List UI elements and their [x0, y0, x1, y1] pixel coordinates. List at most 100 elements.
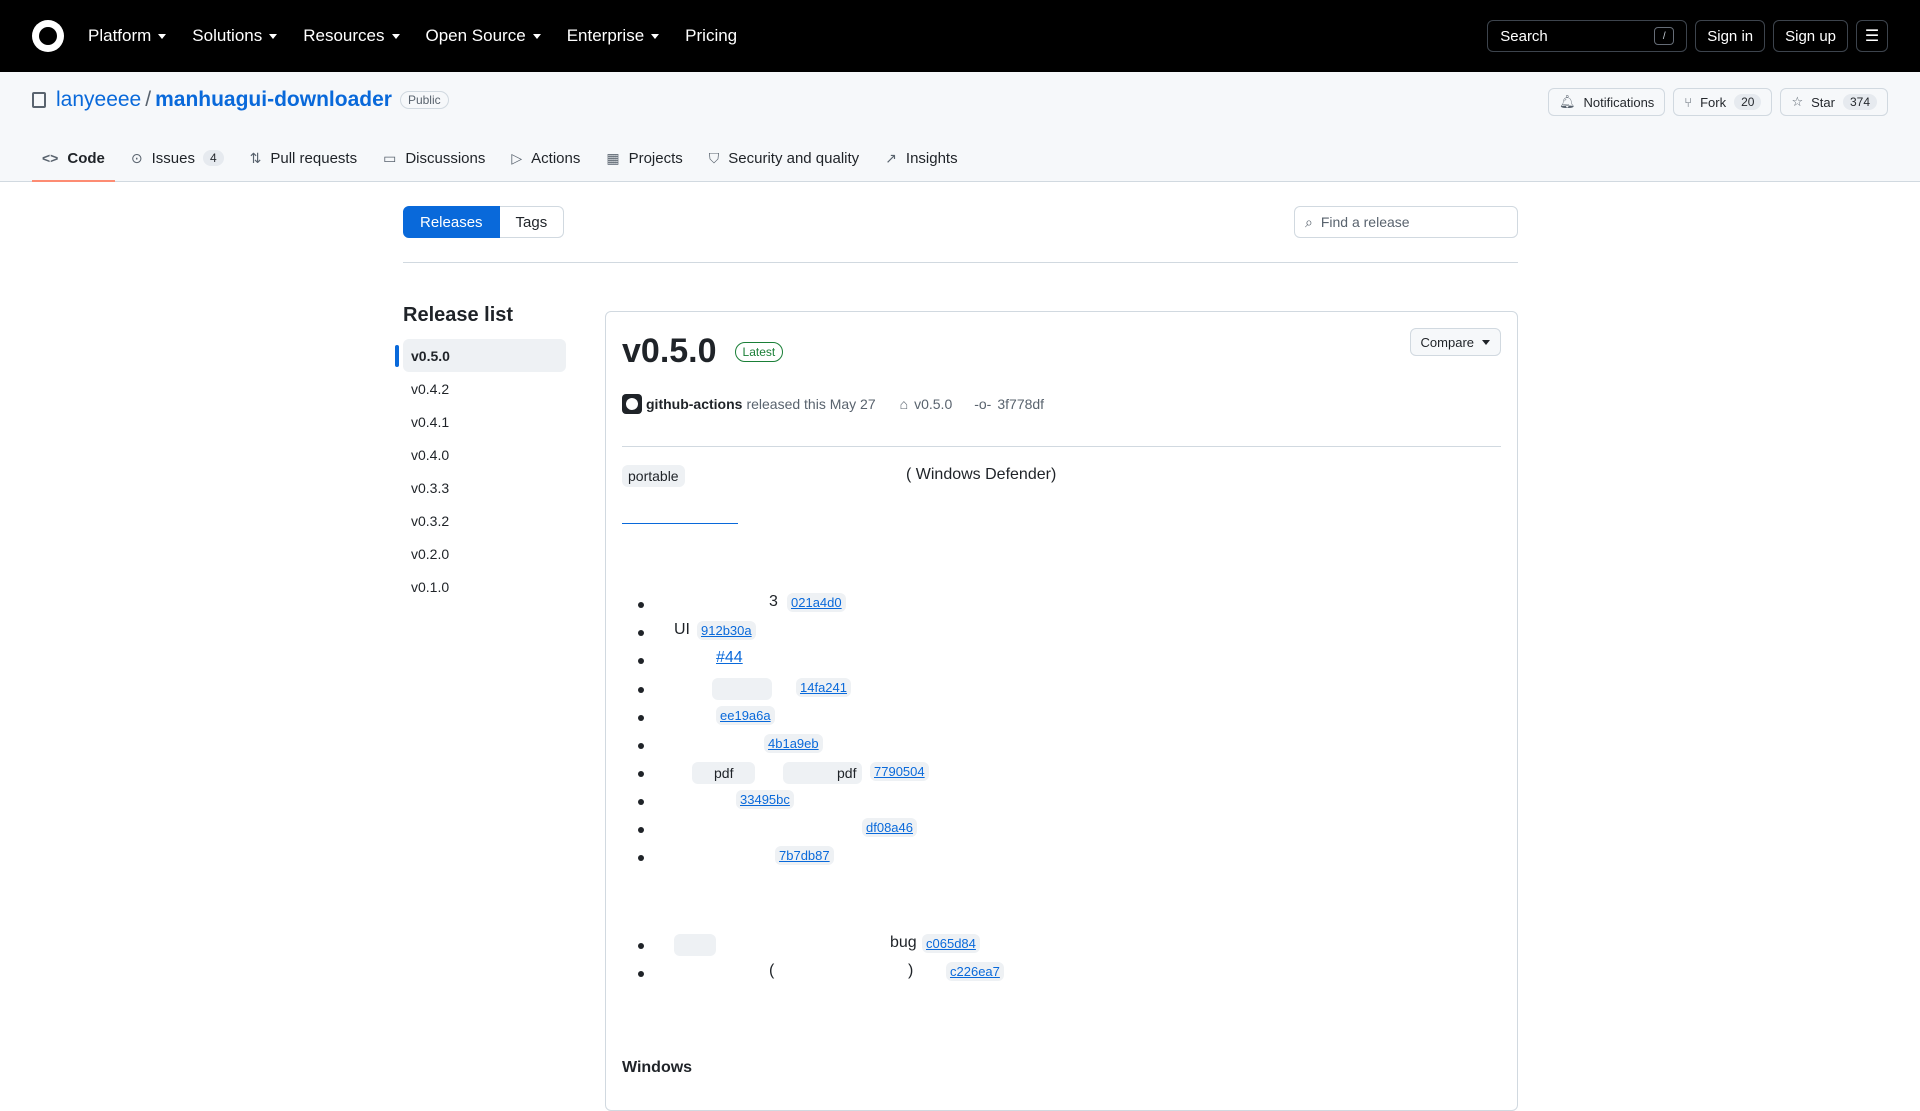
sign-in-button[interactable]: Sign in [1695, 20, 1766, 52]
commit-hash[interactable]: ee19a6a [716, 706, 775, 725]
release-list-item[interactable]: v0.4.1 [403, 405, 566, 438]
commit-icon: -o- [974, 396, 992, 412]
commit-hash-link[interactable]: 912b30a [697, 621, 756, 640]
nav-label: Resources [303, 26, 385, 45]
releases-tab-button[interactable]: Releases [403, 206, 500, 238]
list-bullet [638, 602, 644, 608]
release-meta: github-actions released this May 27 ⌂ v0.… [622, 394, 1044, 414]
inline-code: pdf [783, 762, 863, 784]
release-list-item[interactable]: v0.1.0 [403, 570, 566, 603]
commit-hash-link[interactable]: 14fa241 [796, 678, 851, 697]
tab-issues[interactable]: ⊙ Issues 4 [121, 134, 234, 182]
fix-paren-close: ) [908, 962, 914, 979]
fix-text: bug [890, 934, 917, 951]
commit-hash-link[interactable]: c065d84 [922, 934, 980, 953]
commit-hash[interactable]: 4b1a9eb [764, 734, 823, 753]
nav-enterprise[interactable]: Enterprise [567, 26, 660, 46]
pull-request-icon: ⇅ [249, 149, 262, 166]
release-version[interactable]: v0.5.0 [622, 332, 717, 371]
fix-paren-open: ( [769, 962, 775, 979]
intro-code: portable [622, 465, 685, 487]
compare-button[interactable]: Compare [1409, 328, 1501, 356]
release-list-item[interactable]: v0.5.0 [395, 339, 566, 372]
release-list-item[interactable]: v0.4.2 [403, 372, 566, 405]
commit-hash[interactable]: c065d84 [922, 934, 980, 953]
commit-hash[interactable]: 7790504 [870, 762, 929, 781]
list-bullet [638, 658, 644, 664]
commit-hash[interactable]: 7b7db87 [775, 846, 834, 865]
tab-label: Insights [905, 149, 958, 167]
nav-resources[interactable]: Resources [303, 26, 400, 46]
find-release-input[interactable]: ⌕ Find a release [1294, 206, 1518, 238]
fork-count: 20 [1734, 94, 1762, 110]
github-logo-icon[interactable] [32, 20, 64, 52]
tab-insights[interactable]: ↗ Insights [875, 134, 967, 182]
sign-up-button[interactable]: Sign up [1773, 20, 1848, 52]
tab-actions[interactable]: ▷ Actions [501, 134, 590, 182]
fork-label: Fork [1700, 94, 1727, 110]
graph-icon: ↗ [885, 149, 897, 166]
repo-name-link[interactable]: manhuagui-downloader [155, 88, 392, 112]
tab-code[interactable]: <> Code [32, 134, 115, 182]
commit-hash-link[interactable]: 021a4d0 [787, 593, 846, 612]
chevron-down-icon [651, 33, 660, 39]
global-nav: Platform Solutions Resources Open Source… [88, 26, 737, 46]
tab-pull-requests[interactable]: ⇅ Pull requests [240, 134, 367, 182]
commit-hash[interactable]: 912b30a [697, 621, 756, 640]
list-bullet [638, 855, 644, 861]
subnav-divider [403, 262, 1518, 263]
nav-solutions[interactable]: Solutions [192, 26, 278, 46]
nav-label: Pricing [685, 26, 738, 45]
tags-tab-button[interactable]: Tags [499, 206, 565, 238]
nav-pricing[interactable]: Pricing [685, 26, 737, 46]
release-commit-link[interactable]: -o- 3f778df [974, 396, 1044, 412]
release-list-item[interactable]: v0.4.0 [403, 438, 566, 471]
star-button[interactable]: ☆ Star 374 [1780, 88, 1888, 116]
commit-hash-link[interactable]: 4b1a9eb [764, 734, 823, 753]
commit-hash[interactable]: c226ea7 [946, 962, 1004, 981]
tag-label: v0.5.0 [914, 396, 953, 412]
nav-platform[interactable]: Platform [88, 26, 167, 46]
nav-label: Platform [88, 26, 152, 45]
release-list-item[interactable]: v0.3.2 [403, 504, 566, 537]
notifications-button[interactable]: 🔔︎ Notifications [1547, 88, 1666, 116]
nav-open-source[interactable]: Open Source [426, 26, 541, 46]
release-tag-link[interactable]: ⌂ v0.5.0 [900, 396, 953, 412]
release-list-item[interactable]: v0.3.3 [403, 471, 566, 504]
commit-hash[interactable]: 14fa241 [796, 678, 851, 697]
commit-hash[interactable]: df08a46 [862, 818, 917, 837]
download-link[interactable] [622, 523, 738, 524]
table-icon: ▦ [606, 149, 620, 166]
nav-label: Solutions [192, 26, 263, 45]
find-release-placeholder: Find a release [1320, 214, 1410, 230]
repo-owner-link[interactable]: lanyeeee [56, 88, 141, 112]
global-search-input[interactable]: Search / [1487, 20, 1688, 52]
chevron-down-icon [391, 33, 400, 39]
commit-hash-link[interactable]: 7790504 [870, 762, 929, 781]
commit-hash[interactable]: 33495bc [736, 790, 794, 809]
tab-projects[interactable]: ▦ Projects [596, 134, 692, 182]
release-divider [622, 446, 1501, 447]
issue-link[interactable]: #44 [716, 649, 743, 667]
inline-code-text: pdf [692, 762, 756, 784]
commit-hash-link[interactable]: df08a46 [862, 818, 917, 837]
tab-label: Discussions [405, 149, 486, 167]
release-title: v0.5.0 Latest [622, 332, 784, 371]
commit-hash[interactable]: 021a4d0 [787, 593, 846, 612]
commit-hash-link[interactable]: ee19a6a [716, 706, 775, 725]
author-link[interactable]: github-actions [646, 396, 742, 412]
commit-hash-link[interactable]: 7b7db87 [775, 846, 834, 865]
avatar[interactable] [622, 394, 642, 414]
notifications-label: Notifications [1583, 94, 1655, 110]
tab-discussions[interactable]: ▭ Discussions [373, 134, 495, 182]
appearance-settings-icon[interactable]: ☰ [1856, 20, 1888, 52]
commit-hash-link[interactable]: c226ea7 [946, 962, 1004, 981]
star-icon: ☆ [1791, 94, 1804, 109]
tab-security[interactable]: ⛉ Security and quality [699, 134, 869, 182]
feature-text: 3 [769, 593, 778, 610]
nav-label: Open Source [425, 26, 526, 45]
release-list-item[interactable]: v0.2.0 [403, 537, 566, 570]
commit-hash-link[interactable]: 33495bc [736, 790, 794, 809]
shield-icon: ⛉ [708, 149, 720, 166]
fork-button[interactable]: ⑂ Fork 20 [1673, 88, 1773, 116]
